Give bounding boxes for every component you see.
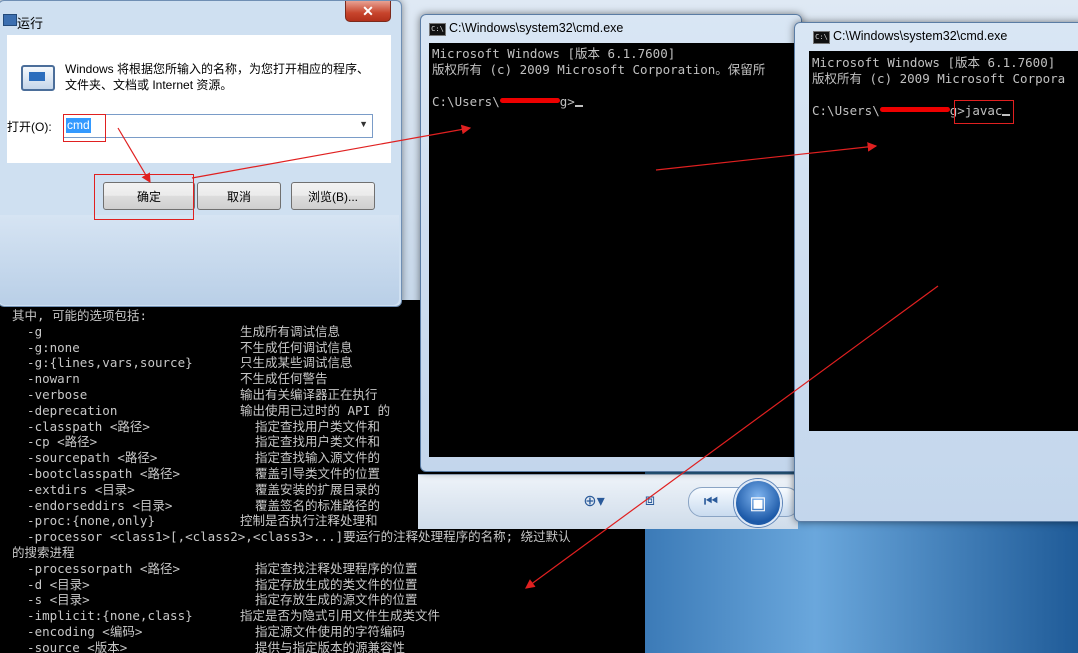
help-option: -verbose [12, 387, 88, 402]
help-option: -processorpath <路径> [12, 560, 180, 576]
help-option: -g [12, 323, 43, 339]
help-option: -extdirs <目录> [12, 481, 135, 497]
console-line: 版权所有 (c) 2009 Microsoft Corporation。保留所 [432, 62, 766, 77]
run-program-icon [21, 65, 55, 91]
cmd-window-2[interactable]: C:\ C:\Windows\system32\cmd.exe Microsof… [794, 22, 1078, 522]
slideshow-icon[interactable]: ▣ [734, 479, 782, 527]
help-option-description: 指定存放生成的类文件的位置 [240, 576, 418, 592]
run-app-icon [3, 14, 17, 26]
annotation-box-ok [94, 174, 194, 220]
previous-icon[interactable]: ⏮ [697, 488, 725, 516]
help-option: 的搜索进程 [12, 545, 75, 560]
open-label: 打开(O): [7, 120, 52, 134]
console-output[interactable]: Microsoft Windows [版本 6.1.7600] 版权所有 (c)… [809, 51, 1078, 431]
help-option-description: 不生成任何调试信息 [240, 339, 353, 355]
help-option: -encoding <编码> [12, 624, 143, 639]
help-option-description: 只生成某些调试信息 [240, 355, 353, 371]
help-option: -g:none [12, 339, 80, 355]
help-option: -deprecation [12, 402, 118, 418]
help-option-description: 输出使用已过时的 API 的 [240, 402, 391, 418]
help-option-description: 指定查找用户类文件和 [240, 418, 381, 434]
command-prompt: C:\Users\ g> [432, 94, 583, 110]
window-title: C:\Windows\system32\cmd.exe [449, 21, 624, 35]
chevron-down-icon[interactable]: ▼ [359, 119, 368, 129]
help-option: -s <目录> [12, 592, 90, 608]
text-cursor [574, 105, 583, 107]
dialog-body: Windows 将根据您所输入的名称，为您打开相应的程序、文件夹、文档或 Int… [7, 35, 391, 163]
cancel-button[interactable]: 取消 [197, 182, 281, 210]
console-line: Microsoft Windows [版本 6.1.7600] [432, 46, 676, 61]
image-viewer-toolbar-middle: ⊕▾ ⧈ ⏮ ▣ [418, 474, 800, 529]
window-title: C:\Windows\system32\cmd.exe [833, 29, 1008, 43]
help-option-description: 指定查找输入源文件的 [240, 450, 381, 466]
zoom-icon[interactable]: ⊕▾ [580, 487, 608, 515]
console-line: Microsoft Windows [版本 6.1.7600] [812, 55, 1056, 70]
help-option: -processor <class1>[,<class2>,<class3>..… [12, 529, 571, 545]
help-option-description: 不生成任何警告 [240, 371, 328, 387]
help-option-description: 覆盖引导类文件的位置 [240, 466, 381, 481]
browse-button[interactable]: 浏览(B)... [291, 182, 375, 210]
fit-window-icon[interactable]: ⧈ [636, 487, 664, 515]
help-option: -classpath <路径> [12, 418, 150, 434]
console-line: 版权所有 (c) 2009 Microsoft Corpora [812, 71, 1066, 86]
help-option: -g:{lines,vars,source} [12, 355, 193, 371]
help-option: -source <版本> [12, 639, 128, 653]
help-option: -proc:{none,only} [12, 513, 155, 529]
help-option-description: 输出有关编译器正在执行 [240, 387, 378, 402]
dialog-description: Windows 将根据您所输入的名称，为您打开相应的程序、文件夹、文档或 Int… [65, 62, 370, 92]
help-option: -d <目录> [12, 576, 90, 592]
cmd-window-1[interactable]: C:\ C:\Windows\system32\cmd.exe Microsof… [420, 14, 802, 472]
help-option: -sourcepath <路径> [12, 450, 158, 466]
help-option-description: 覆盖安装的扩展目录的 [240, 481, 381, 497]
redacted-username [499, 98, 560, 103]
help-option-description: 指定查找注释处理程序的位置 [240, 560, 418, 576]
close-button[interactable]: ✕ [345, 1, 391, 22]
help-option-description: 指定查找用户类文件和 [240, 434, 381, 450]
desktop-wallpaper [640, 520, 1078, 653]
dialog-title: 运行 [17, 16, 44, 31]
cmd-app-icon: C:\ [813, 31, 830, 44]
help-option-description: 覆盖签名的标准路径的 [240, 497, 381, 513]
help-option-description: 指定源文件使用的字符编码 [240, 624, 406, 639]
help-option: -cp <路径> [12, 434, 98, 450]
help-option: -bootclasspath <路径> [12, 466, 180, 481]
annotation-box-javac [954, 100, 1014, 124]
redacted-username [879, 107, 950, 112]
help-option: -endorseddirs <目录> [12, 497, 173, 513]
help-intro: 其中, 可能的选项包括: [12, 308, 148, 323]
run-dialog[interactable]: 运行 ✕ Windows 将根据您所输入的名称，为您打开相应的程序、文件夹、文档… [0, 0, 402, 307]
help-option-description: 控制是否执行注释处理和 [240, 513, 378, 529]
help-option: -implicit:{none,class} [12, 608, 193, 624]
annotation-box-cmd [63, 114, 106, 142]
cmd-app-icon: C:\ [429, 23, 446, 36]
open-combobox[interactable]: cmd ▼ [63, 114, 373, 138]
help-option: -nowarn [12, 371, 80, 387]
console-output[interactable]: Microsoft Windows [版本 6.1.7600] 版权所有 (c)… [429, 43, 801, 457]
help-option-description: 指定是否为隐式引用文件生成类文件 [240, 608, 441, 624]
help-option-description: 生成所有调试信息 [240, 323, 341, 339]
dialog-footer [0, 215, 399, 305]
help-option-description: 指定存放生成的源文件的位置 [240, 592, 418, 608]
help-option-description: 提供与指定版本的源兼容性 [240, 639, 406, 653]
